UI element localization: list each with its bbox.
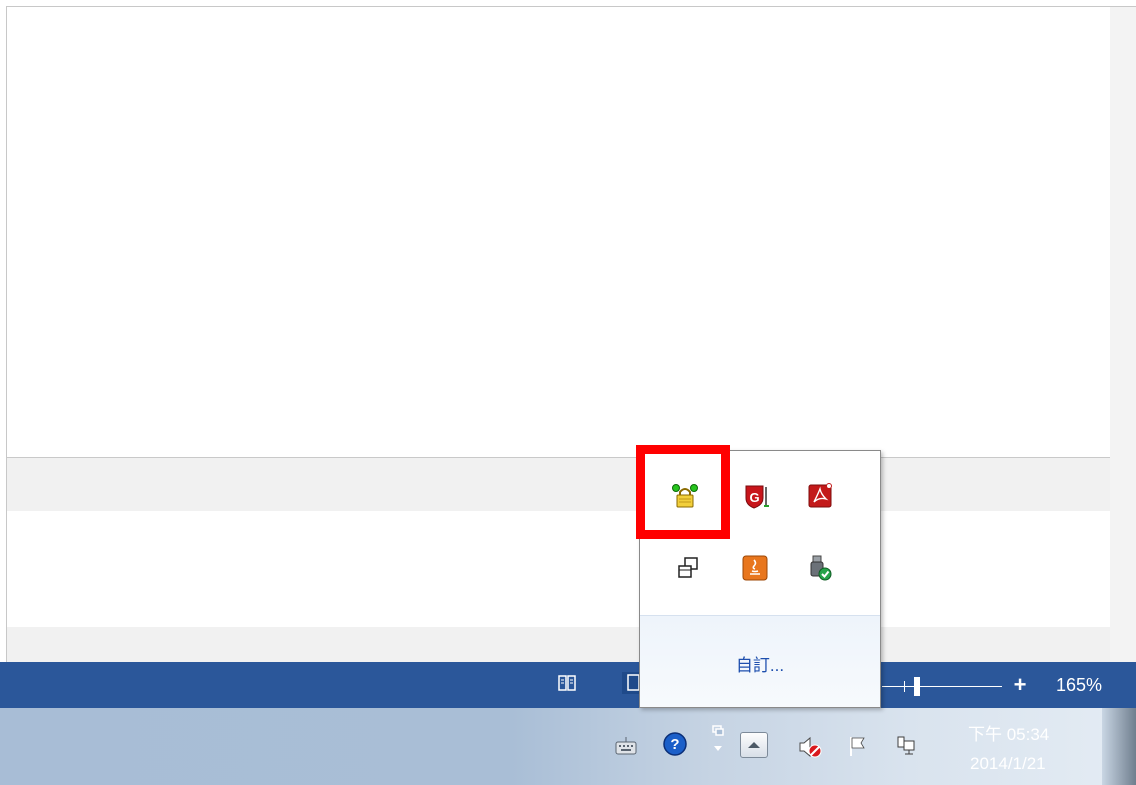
- display-switch-icon[interactable]: [675, 555, 703, 583]
- svg-text:?: ?: [670, 736, 679, 753]
- java-update-icon[interactable]: [741, 554, 769, 582]
- action-center-flag-icon[interactable]: [846, 734, 870, 758]
- document-page[interactable]: [7, 7, 1110, 457]
- clock-date[interactable]: 2014/1/21: [970, 754, 1100, 774]
- page-separator: [7, 457, 1110, 512]
- zoom-plus-icon[interactable]: +: [1010, 672, 1030, 698]
- customize-link[interactable]: 自訂...: [640, 651, 880, 676]
- network-icon[interactable]: [894, 734, 918, 758]
- document-page-next[interactable]: [7, 511, 1110, 627]
- help-icon[interactable]: ?: [662, 731, 687, 756]
- zoom-slider-track[interactable]: [882, 686, 1002, 687]
- zoom-slider-center-tick: [904, 681, 905, 692]
- zoom-slider-thumb[interactable]: [914, 677, 920, 696]
- clock-time[interactable]: 下午 05:34: [968, 720, 1098, 745]
- show-desktop-button[interactable]: [1102, 708, 1136, 785]
- document-background: [7, 627, 1110, 662]
- volume-muted-icon[interactable]: [797, 734, 822, 758]
- zoom-level-label[interactable]: 165%: [1056, 672, 1102, 698]
- svg-text:G: G: [749, 490, 759, 505]
- keyboard-icon[interactable]: [614, 735, 638, 759]
- highlight-box: [636, 445, 730, 539]
- read-mode-icon[interactable]: [556, 672, 578, 694]
- usb-safe-remove-icon[interactable]: [806, 554, 834, 582]
- show-hidden-icons-button[interactable]: [740, 732, 768, 758]
- taskbar: [0, 708, 1136, 785]
- g-data-shield-icon[interactable]: G: [743, 482, 771, 510]
- language-bar-icon[interactable]: [710, 724, 726, 756]
- adobe-acrobat-icon[interactable]: [806, 482, 834, 510]
- vertical-scrollbar-area[interactable]: [1110, 7, 1136, 662]
